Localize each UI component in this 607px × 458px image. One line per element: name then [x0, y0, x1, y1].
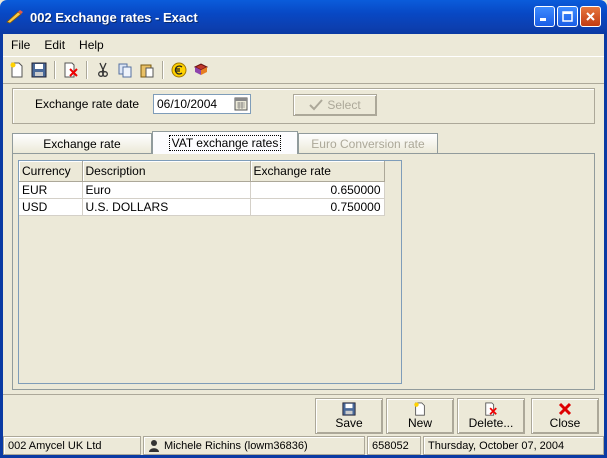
- tab-vat-exchange-rates[interactable]: VAT exchange rates: [152, 131, 298, 154]
- app-pencil-icon: [6, 10, 23, 24]
- new-button[interactable]: New: [386, 398, 454, 434]
- status-date-text: Thursday, October 07, 2004: [428, 439, 565, 452]
- status-code-text: 658052: [372, 439, 409, 452]
- paste-icon: [140, 64, 154, 78]
- toolbar-euro-button[interactable]: [169, 60, 189, 80]
- exchange-rate-date-label: Exchange rate date: [35, 97, 140, 111]
- exchange-rate-date-value: 06/10/2004: [157, 97, 218, 111]
- column-header-exchange-rate[interactable]: Exchange rate: [250, 161, 385, 182]
- toolbar: [3, 56, 604, 84]
- menu-file[interactable]: File: [11, 38, 30, 52]
- menu-help[interactable]: Help: [79, 38, 104, 52]
- status-company-text: 002 Amycel UK Ltd: [8, 439, 102, 452]
- rates-table: Currency Description Exchange rate EUR E…: [19, 161, 385, 216]
- delete-icon: [485, 402, 497, 416]
- save-icon: [31, 62, 47, 78]
- menu-edit[interactable]: Edit: [44, 38, 65, 52]
- user-icon: [149, 440, 159, 452]
- maximize-button[interactable]: [557, 6, 578, 27]
- close-button[interactable]: Close: [531, 398, 599, 434]
- grid-header-row: Currency Description Exchange rate: [19, 161, 385, 182]
- new-button-label: New: [407, 416, 432, 430]
- new-icon: [414, 402, 425, 416]
- exchange-rate-date-field[interactable]: 06/10/2004: [153, 94, 251, 114]
- tab-exchange-rate-label: Exchange rate: [43, 136, 121, 151]
- close-icon: [586, 12, 595, 21]
- tab-exchange-rate[interactable]: Exchange rate: [12, 133, 152, 153]
- copy-icon: [118, 63, 132, 78]
- toolbar-separator: [54, 61, 56, 79]
- toolbar-separator: [162, 61, 164, 79]
- cut-icon: [98, 62, 108, 77]
- title-bar: 002 Exchange rates - Exact: [0, 0, 607, 34]
- save-icon: [342, 402, 356, 416]
- close-x-icon: [558, 402, 572, 416]
- date-filter-panel: Exchange rate date 06/10/2004 Select: [12, 88, 595, 124]
- status-date: Thursday, October 07, 2004: [423, 436, 604, 455]
- select-button[interactable]: Select: [293, 94, 377, 116]
- column-header-currency[interactable]: Currency: [19, 161, 83, 182]
- tab-euro-conversion-rate: Euro Conversion rate: [298, 133, 438, 153]
- minimize-button[interactable]: [534, 6, 555, 27]
- status-user-text: Michele Richins (lowm36836): [164, 439, 308, 452]
- toolbar-copy-button[interactable]: [115, 60, 135, 80]
- toolbar-new-button[interactable]: [7, 60, 27, 80]
- delete-button[interactable]: Delete...: [457, 398, 525, 434]
- calendar-icon[interactable]: [234, 97, 248, 111]
- toolbar-book-button[interactable]: [191, 60, 211, 80]
- exchange-rates-grid[interactable]: Currency Description Exchange rate EUR E…: [18, 160, 402, 384]
- cell-exchange-rate[interactable]: 0.650000: [250, 181, 385, 199]
- status-user: Michele Richins (lowm36836): [143, 436, 365, 455]
- book-icon: [193, 63, 209, 75]
- cell-currency[interactable]: EUR: [19, 181, 83, 199]
- delete-button-label: Delete...: [468, 416, 514, 430]
- toolbar-separator: [86, 61, 88, 79]
- window-title: 002 Exchange rates - Exact: [30, 9, 198, 25]
- table-row[interactable]: EUR Euro 0.650000: [19, 181, 385, 199]
- minimize-icon: [540, 18, 546, 21]
- cell-description[interactable]: Euro: [82, 181, 251, 199]
- toolbar-delete-button[interactable]: [61, 60, 81, 80]
- table-row[interactable]: USD U.S. DOLLARS 0.750000: [19, 198, 385, 216]
- save-button-label: Save: [335, 416, 363, 430]
- tab-euro-conversion-rate-label: Euro Conversion rate: [311, 136, 425, 151]
- toolbar-paste-button[interactable]: [137, 60, 157, 80]
- cell-currency[interactable]: USD: [19, 198, 83, 216]
- toolbar-save-button[interactable]: [29, 60, 49, 80]
- tab-content-panel: Currency Description Exchange rate EUR E…: [12, 153, 595, 390]
- status-bar: 002 Amycel UK Ltd Michele Richins (lowm3…: [3, 436, 604, 455]
- new-icon: [10, 62, 23, 78]
- menu-bar: File Edit Help: [3, 34, 604, 56]
- euro-icon: [171, 62, 187, 78]
- cell-description[interactable]: U.S. DOLLARS: [82, 198, 251, 216]
- close-button-label: Close: [549, 416, 581, 430]
- tab-vat-exchange-rates-label: VAT exchange rates: [168, 135, 282, 151]
- maximize-icon: [562, 11, 573, 22]
- checkmark-icon: [309, 99, 324, 111]
- status-company: 002 Amycel UK Ltd: [3, 436, 141, 455]
- delete-icon: [64, 62, 78, 78]
- status-code: 658052: [367, 436, 421, 455]
- select-button-label: Select: [327, 98, 361, 112]
- save-button[interactable]: Save: [315, 398, 383, 434]
- toolbar-cut-button[interactable]: [93, 60, 113, 80]
- column-header-description[interactable]: Description: [82, 161, 251, 182]
- cell-exchange-rate[interactable]: 0.750000: [250, 198, 385, 216]
- action-button-bar: Save New Delete... Close: [3, 394, 604, 436]
- close-window-button[interactable]: [580, 6, 601, 27]
